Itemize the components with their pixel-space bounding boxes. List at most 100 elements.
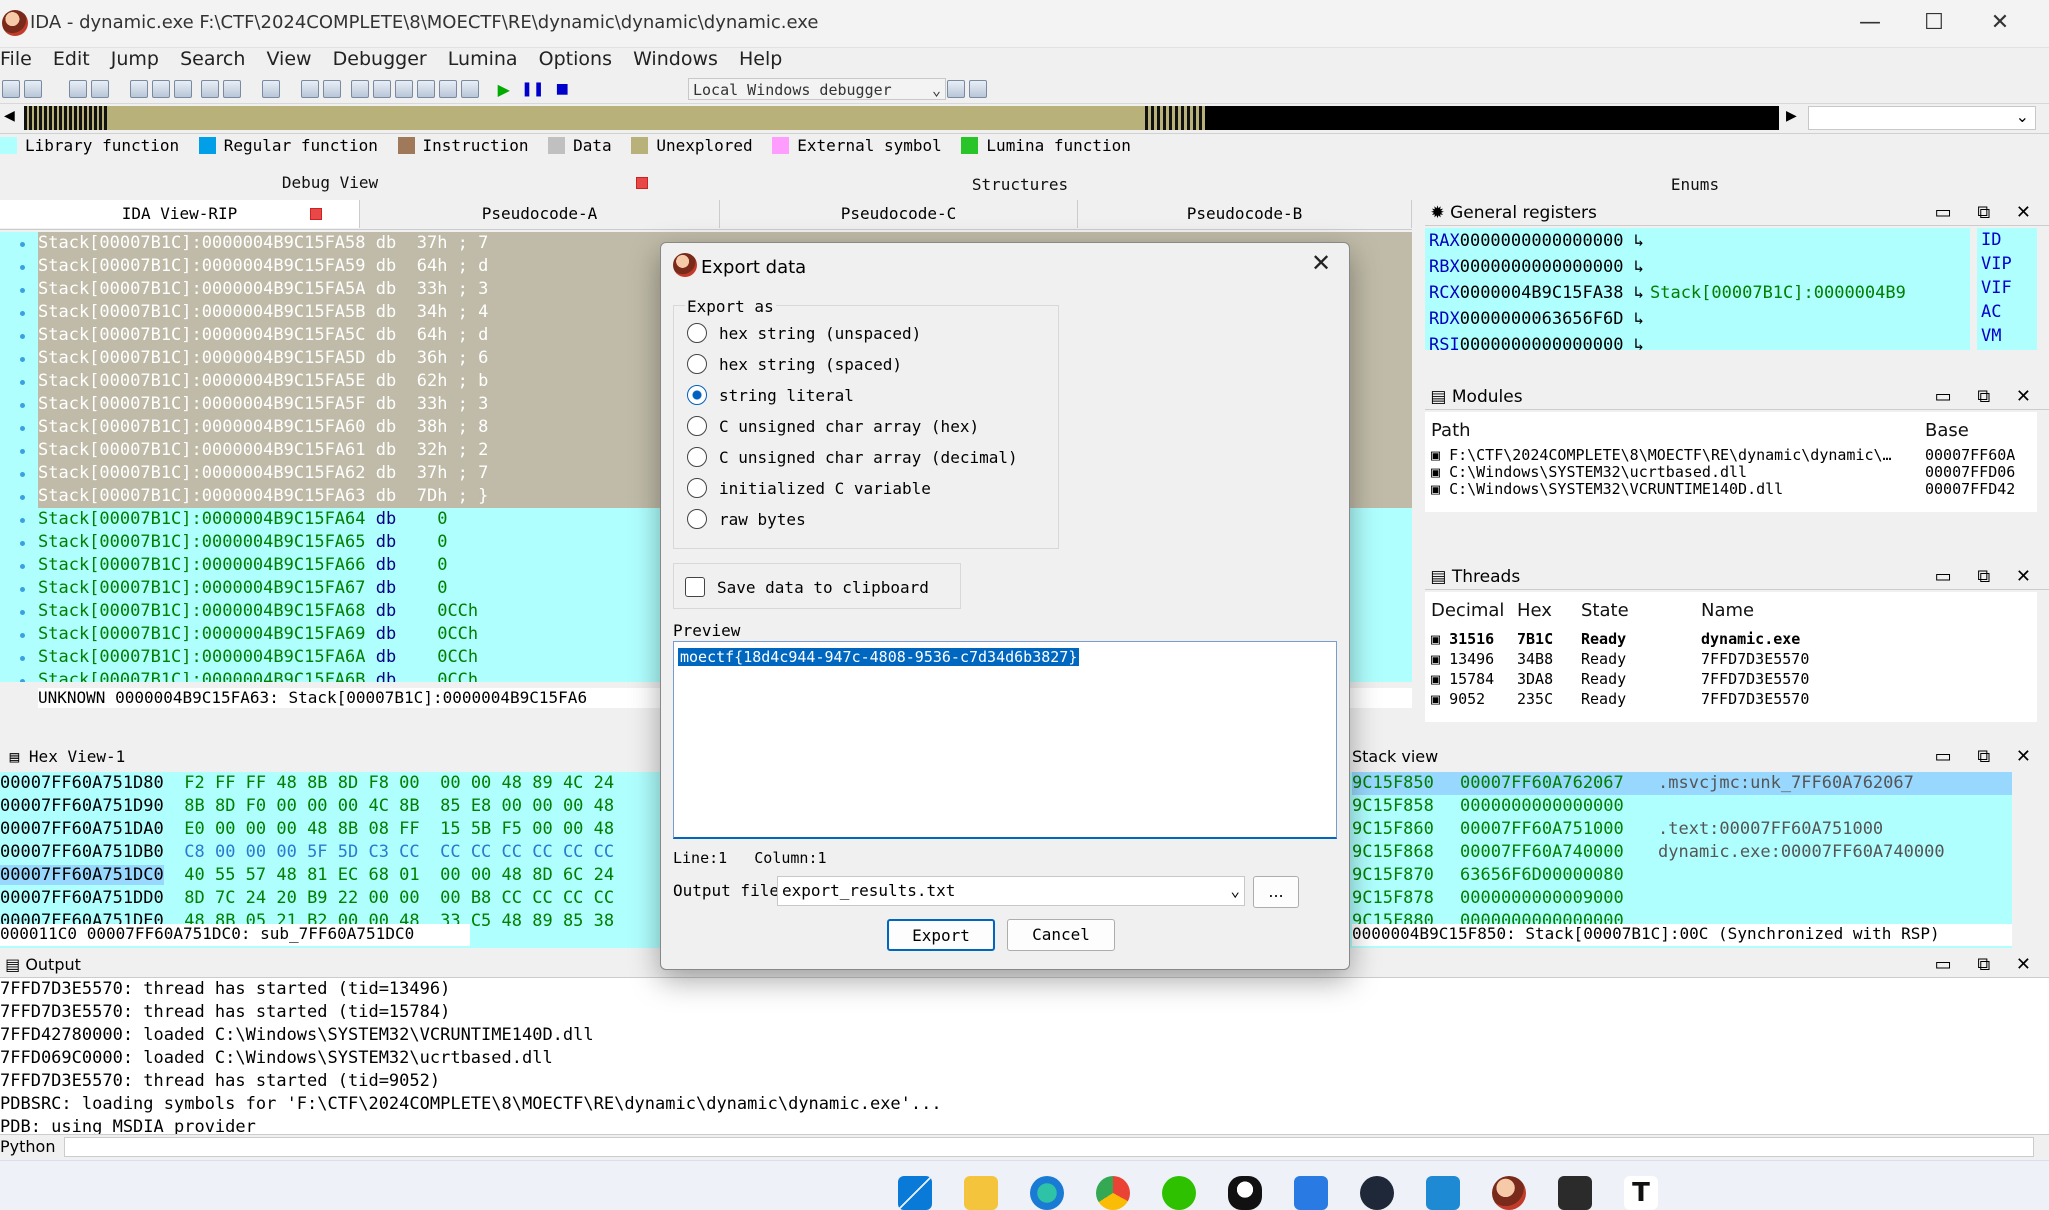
export-format-option[interactable]: initialized C variable	[687, 478, 931, 498]
export-format-option[interactable]: raw bytes	[687, 509, 806, 529]
minimize-button[interactable]: —	[1838, 0, 1902, 48]
hex-row[interactable]: 00007FF60A751DD0 8D 7C 24 20 B9 22 00 00…	[0, 887, 614, 910]
forward-icon[interactable]	[91, 80, 110, 98]
tab-pseudocode-b[interactable]: Pseudocode-B	[1078, 200, 1412, 228]
hex-row[interactable]: 00007FF60A751DA0 E0 00 00 00 48 8B 08 FF…	[0, 818, 614, 841]
step-icon-4[interactable]	[947, 80, 966, 98]
nav-combo[interactable]: ⌄	[1808, 106, 2036, 130]
tool-icon-1[interactable]	[350, 80, 369, 98]
register-row[interactable]: RSI0000000000000000 ↳	[1429, 332, 1650, 358]
hex-bytes[interactable]: 8B 8D F0 00 00 00 4C 8B 85 E8 00 00 00 4…	[184, 796, 614, 816]
modules-table[interactable]: Path Base ▣ F:\CTF\2024COMPLETE\8\MOECTF…	[1425, 412, 2037, 512]
qq-icon[interactable]	[1228, 1176, 1262, 1210]
step-icon-5[interactable]	[969, 80, 988, 98]
radio-button[interactable]	[687, 354, 707, 374]
preview-selected-text[interactable]: moectf{18d4c944-947c-4808-9536-c7d34d6b3…	[678, 648, 1080, 666]
radio-button[interactable]	[687, 416, 707, 436]
hex-row[interactable]: 00007FF60A751DC0 40 55 57 48 81 EC 68 01…	[0, 864, 615, 887]
radio-button[interactable]	[687, 478, 707, 498]
module-row[interactable]: ▣ F:\CTF\2024COMPLETE\8\MOECTF\RE\dynami…	[1431, 446, 2031, 464]
threads-table[interactable]: Decimal Hex State Name ▣ 31516 7B1C Ready d…	[1425, 592, 2037, 722]
tab-pseudocode-a[interactable]: Pseudocode-A	[360, 200, 720, 228]
tab-pseudocode-c[interactable]: Pseudocode-C	[720, 200, 1078, 228]
vscode-icon[interactable]	[1426, 1176, 1460, 1210]
radio-button[interactable]	[687, 509, 707, 529]
checkbox-box[interactable]	[685, 577, 705, 597]
menu-help[interactable]: Help	[739, 48, 782, 70]
hex-row[interactable]: 00007FF60A751D80 F2 FF FF 48 8B 8D F8 00…	[0, 772, 614, 795]
wechat-icon[interactable]	[1162, 1176, 1196, 1210]
tool-icon-5[interactable]	[438, 80, 457, 98]
typora-icon[interactable]: T	[1624, 1176, 1658, 1210]
jump-arrow-icon[interactable]: ↳	[1634, 257, 1644, 277]
registers-table[interactable]: RAX0000000000000000 ↳ RBX0000000000000000…	[1425, 228, 1970, 355]
dock-buttons[interactable]: ▭ ⧉ ✕	[1935, 564, 2041, 590]
column-base[interactable]: Base	[1925, 420, 1969, 441]
jump-arrow-icon[interactable]: ↳	[1634, 335, 1644, 355]
text-icon[interactable]	[262, 80, 281, 98]
enums-header[interactable]: Enums	[1360, 172, 2030, 198]
tab-ida-view-rip[interactable]: IDA View-RIP	[0, 200, 360, 228]
debugger-select[interactable]: Local Windows debugger ⌄	[688, 78, 946, 100]
close-icon[interactable]	[310, 208, 322, 220]
menu-file[interactable]: File	[0, 48, 32, 70]
hex-bytes[interactable]: C8 00 00 00 5F 5D C3 CC CC CC CC CC CC C…	[184, 842, 614, 862]
radio-button[interactable]	[687, 447, 707, 467]
flag-name[interactable]: AC	[1981, 300, 2037, 324]
copy-icon[interactable]	[130, 80, 149, 98]
dock-buttons[interactable]: ▭ ⧉ ✕	[1935, 200, 2041, 226]
column-decimal[interactable]: Decimal	[1431, 600, 1504, 621]
menu-edit[interactable]: Edit	[53, 48, 90, 70]
open-icon[interactable]	[2, 80, 20, 98]
export-format-option[interactable]: hex string (unspaced)	[687, 323, 921, 343]
dock-buttons[interactable]: ▭ ⧉ ✕	[1935, 744, 2041, 770]
jump-arrow-icon[interactable]: ↳	[1634, 309, 1644, 329]
register-row[interactable]: RCX0000004B9C15FA38 ↳ Stack[00007B1C]:000…	[1429, 280, 1906, 306]
export-format-option[interactable]: C unsigned char array (hex)	[687, 416, 979, 436]
flag-name[interactable]: ID	[1981, 228, 2037, 252]
stack-row[interactable]: 9C15F878 0000000000009000	[1352, 887, 2012, 910]
windows-start-icon[interactable]	[898, 1176, 932, 1210]
tool-icon-6[interactable]	[460, 80, 479, 98]
thread-row[interactable]: ▣ 15784 3DA8 Ready 7FFD7D3E5570	[1431, 670, 2031, 688]
hex-bytes[interactable]: F2 FF FF 48 8B 8D F8 00 00 00 48 89 4C 2…	[184, 773, 614, 793]
stack-row[interactable]: 9C15F858 0000000000000000	[1352, 795, 2012, 818]
thread-row[interactable]: ▣ 31516 7B1C Ready dynamic.exe	[1431, 630, 2031, 648]
search-icon[interactable]	[323, 80, 342, 98]
tool-icon-2[interactable]	[372, 80, 391, 98]
hex-row[interactable]: 00007FF60A751D90 8B 8D F0 00 00 00 4C 8B…	[0, 795, 614, 818]
register-value[interactable]: 0000004B9C15FA38	[1460, 283, 1624, 303]
column-hex[interactable]: Hex	[1517, 600, 1552, 621]
cancel-button[interactable]: Cancel	[1007, 919, 1115, 951]
flags-panel[interactable]: ID VIP VIF AC VM	[1977, 228, 2037, 350]
hex-row[interactable]: 00007FF60A751DB0 C8 00 00 00 5F 5D C3 CC…	[0, 841, 614, 864]
thread-row[interactable]: ▣ 9052 235C Ready 7FFD7D3E5570	[1431, 690, 2031, 708]
github-icon[interactable]	[1360, 1176, 1394, 1210]
output-file-combo[interactable]: export_results.txt ⌄	[777, 876, 1245, 906]
python-button[interactable]: Python	[0, 1137, 55, 1156]
terminal-icon[interactable]	[1558, 1176, 1592, 1210]
stack-row[interactable]: 9C15F850 00007FF60A762067 .msvcjmc:unk_7FF…	[1352, 772, 2012, 795]
module-row[interactable]: ▣ C:\Windows\SYSTEM32\VCRUNTIME140D.dll 0…	[1431, 480, 2031, 498]
register-value[interactable]: 0000000063656F6D	[1460, 309, 1624, 329]
pause-icon[interactable]: ❚❚	[521, 81, 544, 97]
menu-jump[interactable]: Jump	[111, 48, 159, 70]
browse-button[interactable]: ...	[1253, 876, 1299, 908]
structures-header[interactable]: Structures	[684, 172, 1356, 198]
menu-options[interactable]: Options	[539, 48, 612, 70]
radio-button[interactable]	[687, 323, 707, 343]
stack-row[interactable]: 9C15F870 63656F6D00000080	[1352, 864, 2012, 887]
feishu-icon[interactable]	[1294, 1176, 1328, 1210]
back-icon[interactable]	[69, 80, 88, 98]
dock-buttons[interactable]: ▭ ⧉ ✕	[1935, 952, 2041, 978]
close-button[interactable]: ✕	[1968, 0, 2032, 48]
module-row[interactable]: ▣ C:\Windows\SYSTEM32\ucrtbased.dll 00007…	[1431, 463, 2031, 481]
preview-textarea[interactable]: moectf{18d4c944-947c-4808-9536-c7d34d6b3…	[673, 641, 1337, 839]
column-state[interactable]: State	[1581, 600, 1629, 621]
register-row[interactable]: RAX0000000000000000 ↳	[1429, 228, 1650, 254]
debug-view-header[interactable]: Debug View	[0, 170, 660, 196]
menu-windows[interactable]: Windows	[633, 48, 718, 70]
down-icon[interactable]	[223, 80, 242, 98]
run-icon[interactable]: ▶	[498, 80, 510, 99]
menu-view[interactable]: View	[266, 48, 311, 70]
